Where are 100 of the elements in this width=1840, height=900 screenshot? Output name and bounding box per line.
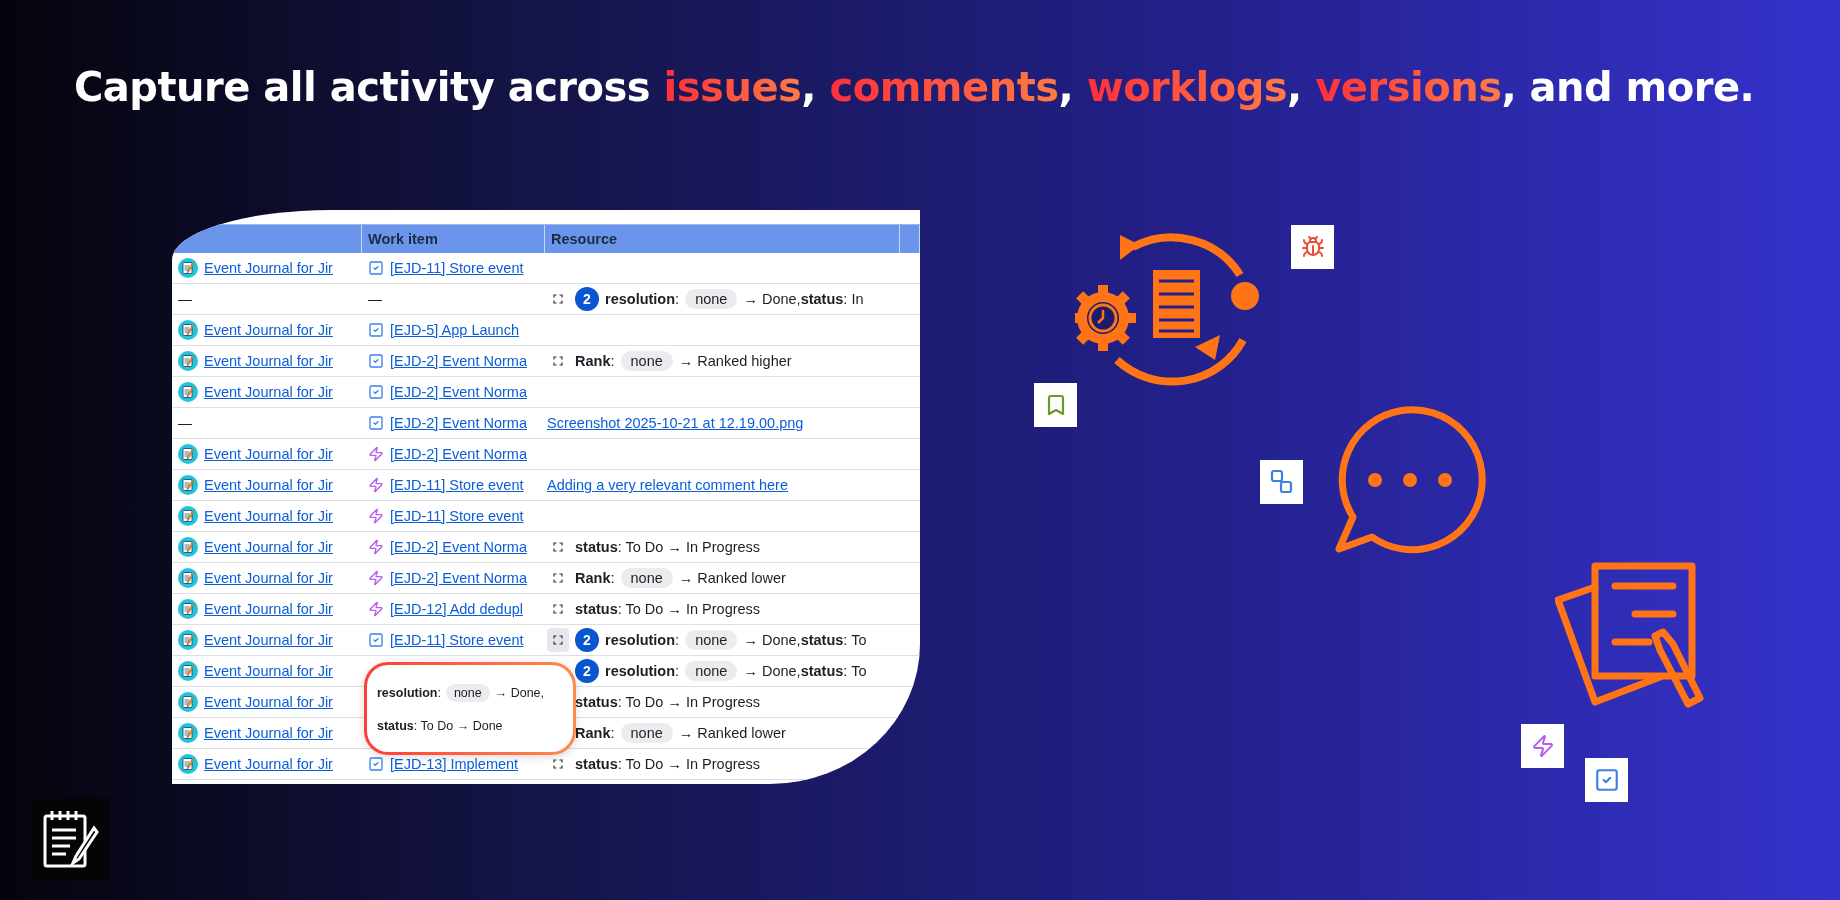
expand-icon [553,604,563,614]
work-item-link[interactable]: [EJD-11] Store event [390,508,524,524]
project-link[interactable]: Event Journal for Jir [204,663,333,679]
change-count-badge: 2 [575,287,599,311]
work-item-link[interactable]: [EJD-2] Event Norma [390,570,527,586]
project-link[interactable]: Event Journal for Jir [204,260,333,276]
app-icon [178,506,198,526]
change-field: resolution: [605,291,680,307]
change-value: → Done,status: In [743,291,864,307]
app-icon [178,320,198,340]
change-value: → Done,status: To [743,632,867,648]
change-field: status: To Do → In Progress [575,694,761,710]
checkbox-icon [368,322,384,338]
project-link[interactable]: Event Journal for Jir [204,477,333,493]
lightning-icon [368,446,384,462]
project-link[interactable]: Event Journal for Jir [204,725,333,741]
value-pill: none [445,683,490,702]
app-icon [178,258,198,278]
subtask-icon [1269,469,1294,495]
change-field: Rank: [575,725,615,741]
checkbox-icon [1593,767,1620,793]
change-field: status: To Do → In Progress [575,539,761,555]
project-link[interactable]: Event Journal for Jir [204,694,333,710]
value-pill: none [685,630,738,650]
empty-dash: — [178,291,192,307]
app-icon [178,723,198,743]
checkbox-icon [368,756,384,772]
lightning-icon [368,508,384,524]
work-item-link[interactable]: [EJD-11] Store event [390,632,524,648]
app-icon [178,444,198,464]
project-link[interactable]: Event Journal for Jir [204,353,333,369]
column-header: Resource [551,231,618,247]
checkbox-icon [368,632,384,648]
change-field: status: To Do → Done [377,719,503,734]
work-item-link[interactable]: [EJD-2] Event Norma [390,415,527,431]
expand-icon [553,356,563,366]
change-field: Rank: [575,570,615,586]
value-pill: none [685,661,738,681]
resource-link[interactable]: Screenshot 2025-10-21 at 12.19.00.png [547,415,804,431]
work-item-link[interactable]: [EJD-2] Event Norma [390,353,527,369]
app-icon [178,568,198,588]
value-pill: none [620,351,673,371]
change-value: → Ranked higher [678,353,792,369]
change-count-badge: 2 [575,659,599,683]
change-value: → Done,status: To [743,663,867,679]
headline: Capture all activity across issues, comments, worklogs, versions, and more. [74,63,1756,112]
app-icon [178,382,198,402]
lightning-icon [368,601,384,617]
work-item-link[interactable]: [EJD-2] Event Norma [390,384,527,400]
change-field: resolution: [377,685,441,700]
project-link[interactable]: Event Journal for Jir [204,570,333,586]
value-pill: none [685,289,738,309]
checkbox-icon [368,415,384,431]
project-link[interactable]: Event Journal for Jir [204,632,333,648]
lightning-icon [368,539,384,555]
change-field: Rank: [575,353,615,369]
work-item-link[interactable]: [EJD-11] Store event [390,477,524,493]
work-item-link[interactable]: [EJD-5] App Launch [390,322,519,338]
lightning-icon [1530,734,1555,758]
bug-icon [1300,235,1325,259]
project-link[interactable]: Event Journal for Jir [204,446,333,462]
expand-icon [553,542,563,552]
change-count-badge: 2 [575,628,599,652]
work-item-link[interactable]: [EJD-2] Event Norma [390,539,527,555]
notepad-pencil-icon [42,808,100,870]
project-link[interactable]: Event Journal for Jir [204,322,333,338]
project-link[interactable]: Event Journal for Jir [204,601,333,617]
project-link[interactable]: Event Journal for Jir [204,539,333,555]
project-link[interactable]: Event Journal for Jir [204,756,333,772]
empty-dash: — [368,291,382,307]
expand-button[interactable] [547,628,569,652]
project-link[interactable]: Event Journal for Jir [204,508,333,524]
expand-icon [553,294,563,304]
change-field: status: To Do → In Progress [575,601,761,617]
checkbox-icon [368,353,384,369]
lightning-icon [368,570,384,586]
work-item-link[interactable]: [EJD-12] Add dedupl [390,601,523,617]
app-icon [178,475,198,495]
work-item-link[interactable]: [EJD-13] Implement [390,756,519,772]
app-icon [178,754,198,774]
project-link[interactable]: Event Journal for Jir [204,384,333,400]
change-value: → Ranked lower [678,725,786,741]
expand-icon [553,759,563,769]
app-icon [178,630,198,650]
value-pill: none [620,568,673,588]
column-header: Work item [368,231,438,247]
expand-icon [553,635,563,645]
work-item-link[interactable]: [EJD-2] Event Norma [390,446,527,462]
value-pill: none [620,723,673,743]
app-icon [178,692,198,712]
change-value: → Ranked lower [678,570,786,586]
work-item-link[interactable]: [EJD-11] Store event [390,260,524,276]
checkbox-icon [368,384,384,400]
resource-link[interactable]: Adding a very relevant comment here [547,477,788,493]
change-field: resolution: [605,632,680,648]
app-icon [178,351,198,371]
app-icon [178,537,198,557]
checkbox-icon [368,260,384,276]
app-icon [178,599,198,619]
app-icon [178,661,198,681]
